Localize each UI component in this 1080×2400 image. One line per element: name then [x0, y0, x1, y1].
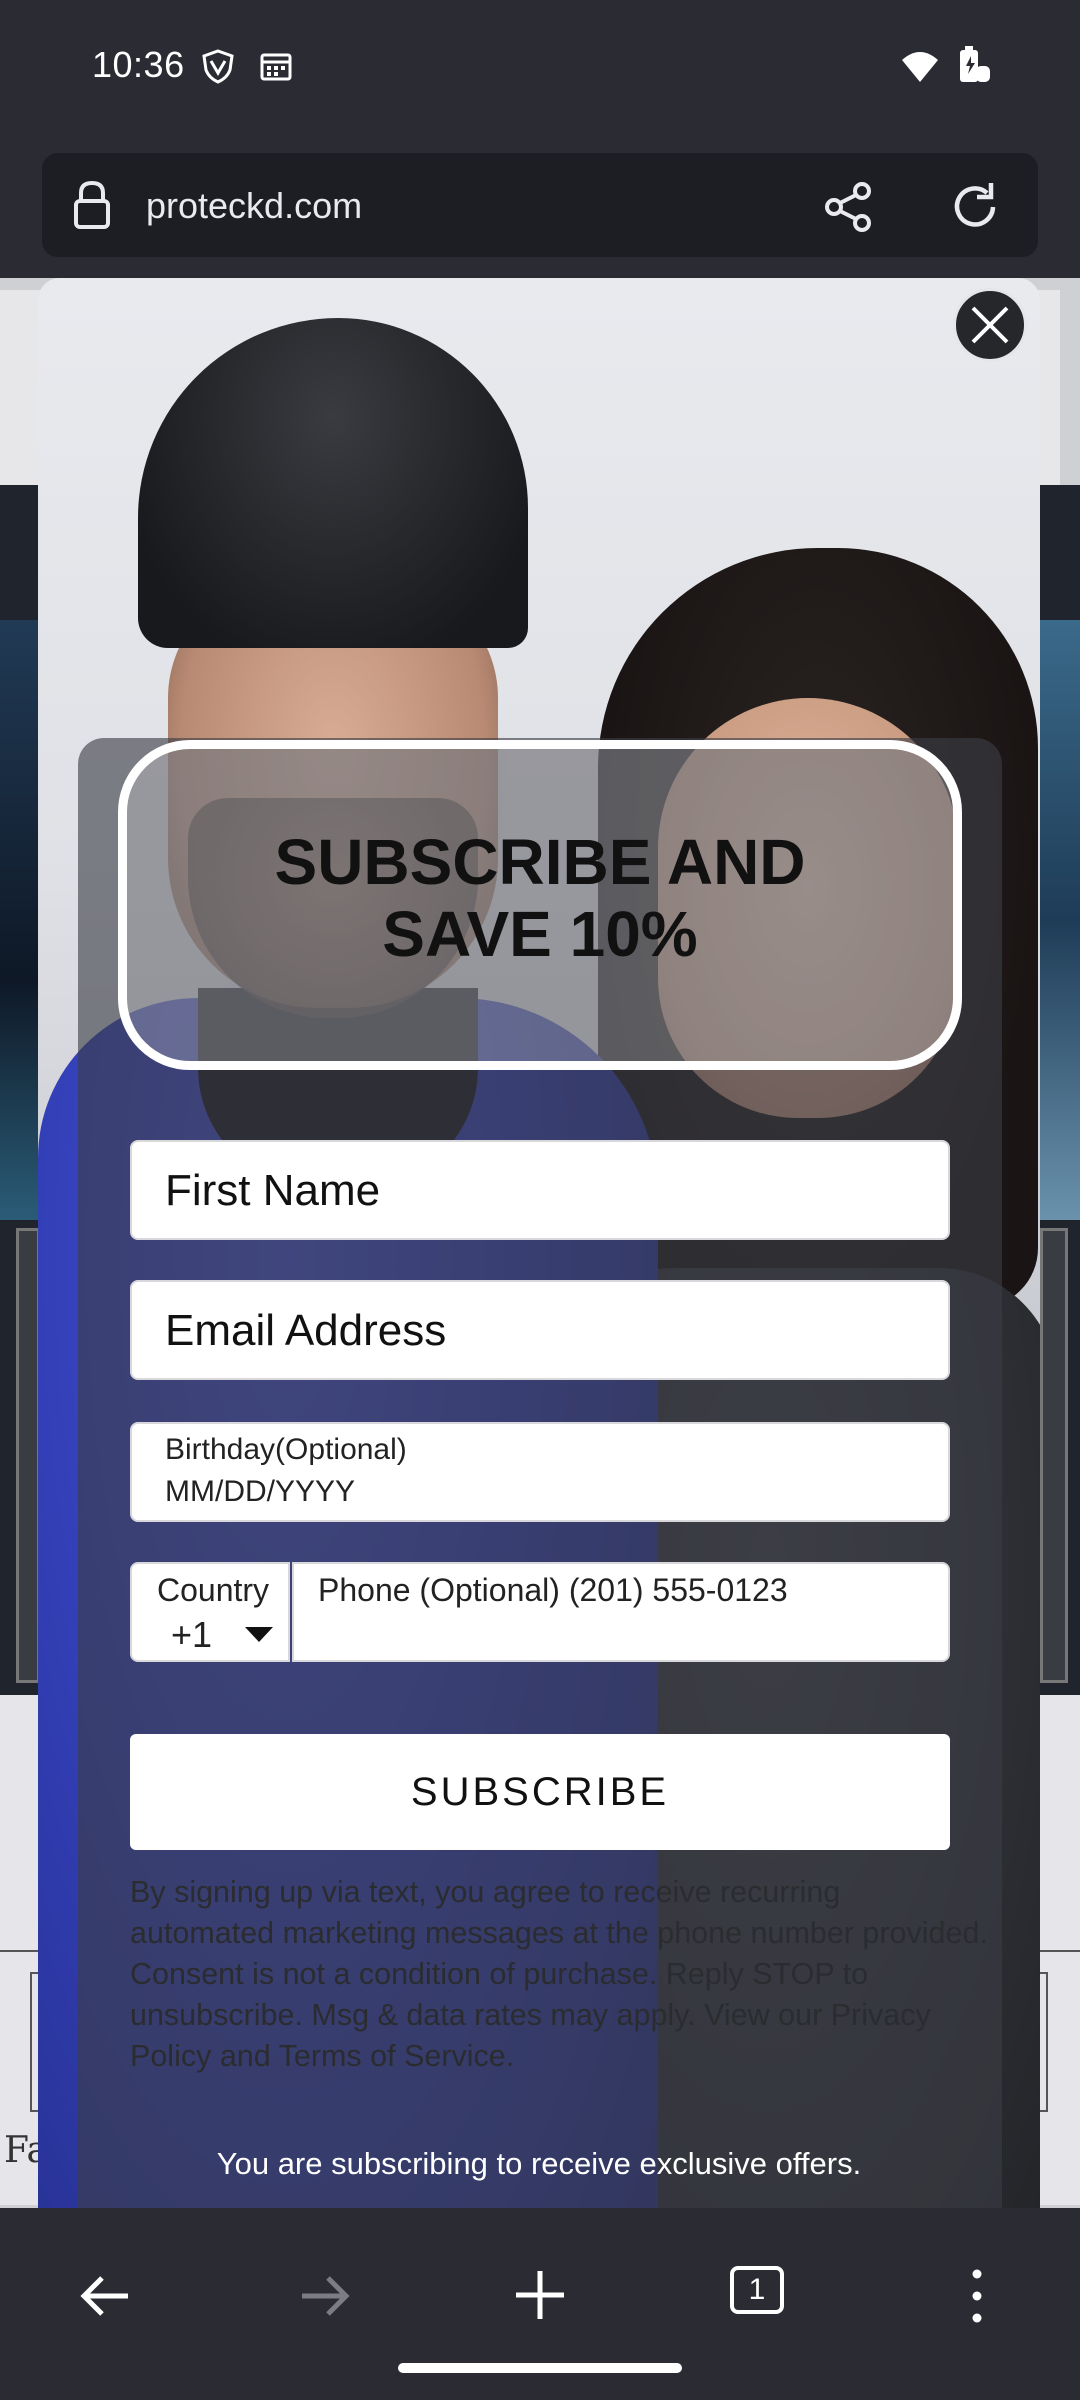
home-indicator[interactable] [398, 2363, 682, 2373]
page-box-right [1040, 1228, 1068, 1683]
country-code-value: +1 [171, 1614, 213, 1655]
share-icon[interactable] [822, 181, 874, 233]
legal-disclaimer: By signing up via text, you agree to rec… [130, 1875, 988, 2073]
vpn-shield-icon [202, 49, 234, 84]
headline-line-1: SUBSCRIBE AND [274, 826, 806, 898]
status-time: 10:36 [92, 44, 185, 85]
battery-charging-icon [960, 46, 990, 82]
wifi-icon [902, 52, 938, 82]
close-popup-button[interactable] [953, 288, 1027, 362]
close-icon [971, 306, 1009, 344]
subscribe-button[interactable]: SUBSCRIBE [130, 1734, 950, 1850]
headline-line-2: SAVE 10% [382, 898, 698, 970]
tab-count: 1 [748, 2273, 766, 2306]
photo-man-cap [138, 318, 528, 648]
first-name-placeholder: First Name [165, 1166, 381, 1215]
phone-field[interactable]: Phone (Optional) (201) 555-0123 [292, 1562, 950, 1662]
email-field[interactable]: Email Address [130, 1280, 950, 1380]
status-bar: 10:36 [0, 0, 1080, 140]
birthday-label: Birthday(Optional) [165, 1433, 407, 1466]
address-bar[interactable]: proteckd.com [42, 153, 1038, 257]
page-image-right [1040, 620, 1080, 1220]
reload-icon[interactable] [947, 179, 1003, 235]
calendar-icon [260, 53, 292, 81]
dropdown-arrow-icon [245, 1627, 273, 1642]
url-text[interactable]: proteckd.com [146, 185, 362, 227]
phone-placeholder: Phone (Optional) (201) 555-0123 [318, 1572, 788, 1608]
back-arrow-icon[interactable] [78, 2268, 134, 2324]
country-label: Country [157, 1572, 270, 1608]
birthday-placeholder: MM/DD/YYYY [165, 1475, 356, 1508]
tab-switcher-button[interactable]: 1 [730, 2266, 784, 2314]
page-image-left [0, 620, 38, 1220]
email-placeholder: Email Address [165, 1306, 447, 1355]
subscribe-popup: SUBSCRIBE AND SAVE 10% First Name Email … [38, 278, 1040, 2208]
subscription-note: You are subscribing to receive exclusive… [216, 2146, 862, 2181]
screen: 10:36 proteckd.com Fa SUBSCRIBE AND SAVE… [0, 0, 1080, 2400]
birthday-field[interactable]: Birthday(Optional) MM/DD/YYYY [130, 1422, 950, 1522]
more-menu-icon[interactable] [962, 2268, 992, 2324]
first-name-field[interactable]: First Name [130, 1140, 950, 1240]
lock-icon [74, 180, 110, 229]
page-box-left [16, 1228, 40, 1683]
country-code-select[interactable]: Country +1 [130, 1562, 290, 1662]
new-tab-plus-icon[interactable] [513, 2268, 567, 2322]
popup-headline: SUBSCRIBE AND SAVE 10% [118, 826, 962, 970]
forward-arrow-icon[interactable] [296, 2268, 352, 2324]
